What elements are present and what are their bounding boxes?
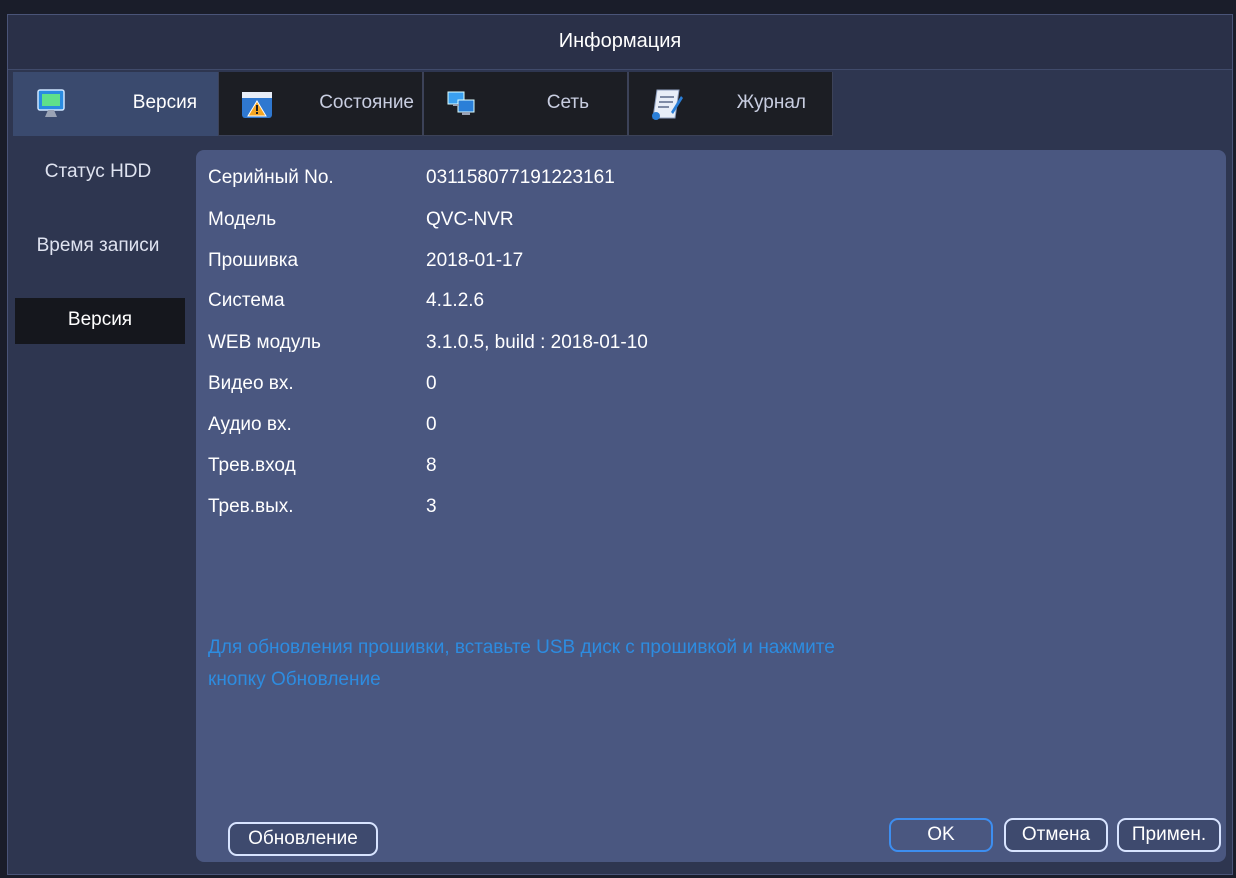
info-key: Модель xyxy=(208,209,277,230)
info-window: Информация Версия Состояние Сеть Журнал … xyxy=(7,14,1233,875)
monitor-icon xyxy=(34,86,70,122)
log-icon xyxy=(649,86,685,122)
apply-button[interactable]: Примен. xyxy=(1117,818,1221,852)
network-icon xyxy=(444,86,480,122)
info-value: 0 xyxy=(426,373,437,394)
info-value: 3.1.0.5, build : 2018-01-10 xyxy=(426,332,648,353)
info-key: Прошивка xyxy=(208,250,299,271)
info-key: Система xyxy=(208,290,285,311)
sidebar-item-version[interactable]: Версия xyxy=(15,298,185,344)
info-value: 2018-01-17 xyxy=(426,250,524,271)
warning-icon xyxy=(239,86,275,122)
tab-version-label: Версия xyxy=(132,92,197,113)
notice-line-1: Для обновления прошивки, вставьте USB ди… xyxy=(208,637,835,658)
sidebar-item-hdd-status[interactable]: Статус HDD xyxy=(13,150,183,196)
info-key: Аудио вх. xyxy=(208,414,292,435)
tab-log-label: Журнал xyxy=(736,92,806,113)
info-key: WEB модуль xyxy=(208,332,321,353)
info-value: 0 xyxy=(426,414,437,435)
tab-version[interactable]: Версия xyxy=(13,72,218,136)
firmware-update-notice: Для обновления прошивки, вставьте USB ди… xyxy=(208,632,1028,696)
info-value: QVC-NVR xyxy=(426,209,514,230)
info-key: Трев.вход xyxy=(208,455,296,476)
tab-network[interactable]: Сеть xyxy=(423,72,628,136)
cancel-button[interactable]: Отмена xyxy=(1004,818,1108,852)
tab-bar: Версия Состояние Сеть Журнал xyxy=(13,72,833,137)
info-key: Трев.вых. xyxy=(208,496,294,517)
tab-status-label: Состояние xyxy=(319,92,414,113)
info-value: 3 xyxy=(426,496,437,517)
info-value: 031158077191223161 xyxy=(426,167,615,188)
notice-line-2: кнопку Обновление xyxy=(208,669,381,690)
tab-network-label: Сеть xyxy=(546,92,589,113)
info-key: Серийный No. xyxy=(208,167,334,188)
tab-status[interactable]: Состояние xyxy=(218,72,423,136)
update-button[interactable]: Обновление xyxy=(228,822,378,856)
sidebar: Статус HDD Время записи Версия xyxy=(13,150,185,372)
tab-log[interactable]: Журнал xyxy=(628,72,833,136)
info-value: 4.1.2.6 xyxy=(426,290,485,311)
version-info-panel: Серийный No. 031158077191223161 Модель Q… xyxy=(196,150,1226,862)
info-key: Видео вх. xyxy=(208,373,294,394)
sidebar-item-record-time[interactable]: Время записи xyxy=(13,224,183,270)
ok-button[interactable]: OK xyxy=(889,818,993,852)
window-title: Информация xyxy=(8,15,1232,70)
info-value: 8 xyxy=(426,455,437,476)
